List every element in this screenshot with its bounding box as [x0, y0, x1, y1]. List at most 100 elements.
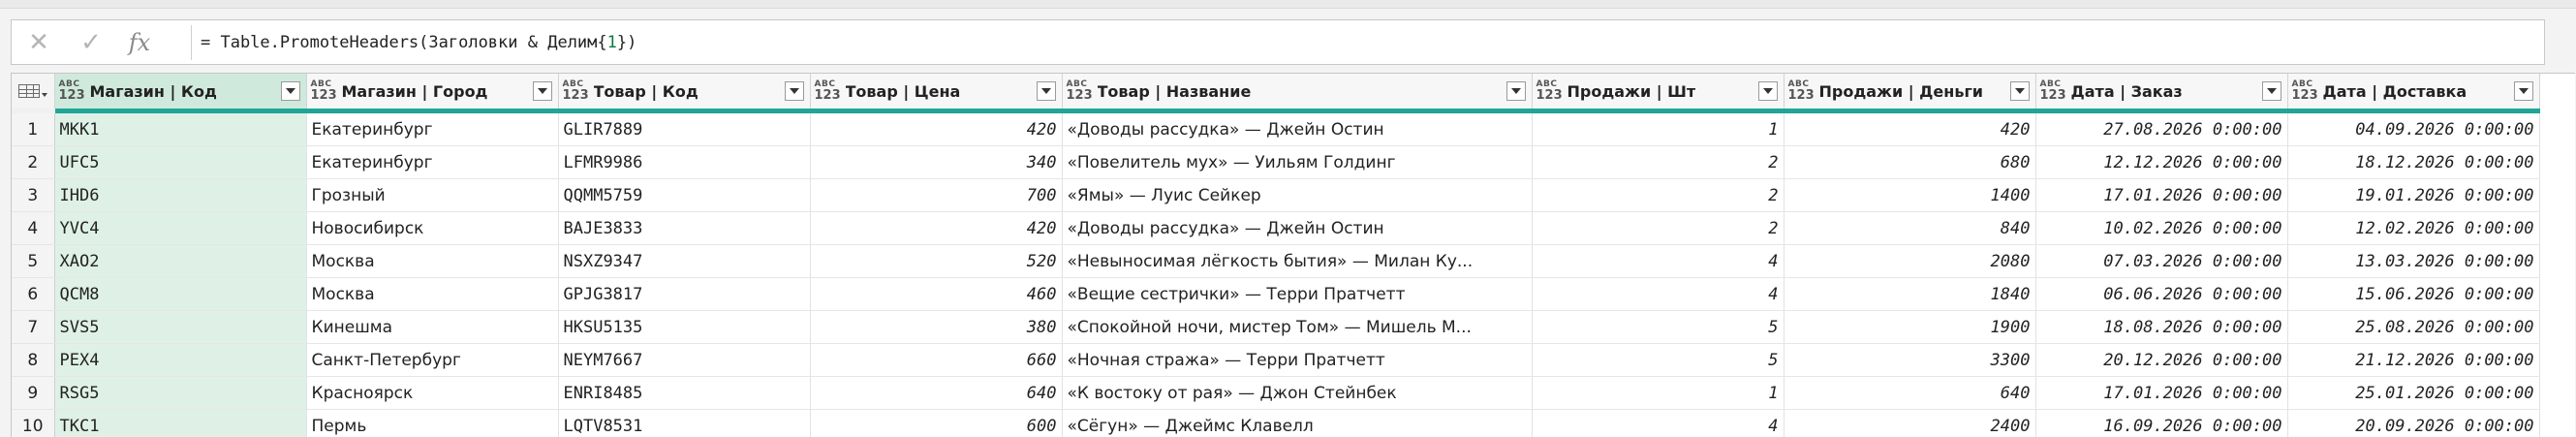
table-cell[interactable]: 18.08.2026 0:00:00 — [2035, 311, 2287, 344]
column-header[interactable]: ABC123Продажи | Шт — [1532, 74, 1784, 111]
table-cell[interactable]: MKK1 — [54, 111, 306, 146]
table-cell[interactable]: IHD6 — [54, 179, 306, 212]
table-cell[interactable]: 15.06.2026 0:00:00 — [2287, 278, 2539, 311]
table-cell[interactable]: NEYM7667 — [558, 344, 810, 377]
table-cell[interactable]: QCM8 — [54, 278, 306, 311]
table-row[interactable]: 7SVS5КинешмаHKSU5135380«Спокойной ночи, … — [12, 311, 2539, 344]
table-cell[interactable]: «Повелитель мух» — Уильям Голдинг — [1062, 146, 1532, 179]
table-cell[interactable]: 17.01.2026 0:00:00 — [2035, 377, 2287, 410]
type-any-icon[interactable]: ABC123 — [2292, 77, 2315, 106]
table-cell[interactable]: 420 — [810, 111, 1062, 146]
type-any-icon[interactable]: ABC123 — [1067, 77, 1090, 106]
column-header[interactable]: ABC123Дата | Заказ — [2035, 74, 2287, 111]
table-cell[interactable]: 660 — [810, 344, 1062, 377]
table-cell[interactable]: Санкт-Петербург — [306, 344, 558, 377]
table-cell[interactable]: GPJG3817 — [558, 278, 810, 311]
table-cell[interactable]: Екатеринбург — [306, 146, 558, 179]
fx-icon[interactable]: fx — [118, 25, 161, 60]
table-cell[interactable]: LFMR9986 — [558, 146, 810, 179]
column-header[interactable]: ABC123Дата | Доставка — [2287, 74, 2539, 111]
table-cell[interactable]: 2 — [1532, 146, 1784, 179]
table-row[interactable]: 8PEX4Санкт-ПетербургNEYM7667660«Ночная с… — [12, 344, 2539, 377]
table-cell[interactable]: QQMM5759 — [558, 179, 810, 212]
row-number[interactable]: 2 — [12, 146, 54, 179]
table-cell[interactable]: XAO2 — [54, 245, 306, 278]
table-cell[interactable]: «Доводы рассудка» — Джейн Остин — [1062, 212, 1532, 245]
column-header[interactable]: ABC123Товар | Название — [1062, 74, 1532, 111]
table-cell[interactable]: 4 — [1532, 245, 1784, 278]
table-cell[interactable]: 640 — [1784, 377, 2035, 410]
table-cell[interactable]: LQTV8531 — [558, 410, 810, 437]
table-cell[interactable]: 340 — [810, 146, 1062, 179]
table-cell[interactable]: 680 — [1784, 146, 2035, 179]
table-cell[interactable]: 5 — [1532, 344, 1784, 377]
column-header[interactable]: ABC123Товар | Код — [558, 74, 810, 111]
row-number[interactable]: 9 — [12, 377, 54, 410]
table-cell[interactable]: NSXZ9347 — [558, 245, 810, 278]
table-row[interactable]: 3IHD6ГрозныйQQMM5759700«Ямы» — Луис Сейк… — [12, 179, 2539, 212]
row-number[interactable]: 8 — [12, 344, 54, 377]
table-cell[interactable]: 600 — [810, 410, 1062, 437]
row-number[interactable]: 7 — [12, 311, 54, 344]
row-number[interactable]: 10 — [12, 410, 54, 437]
filter-dropdown-button[interactable] — [1506, 81, 1526, 101]
type-any-icon[interactable]: ABC123 — [1536, 77, 1560, 106]
table-cell[interactable]: 18.12.2026 0:00:00 — [2287, 146, 2539, 179]
table-cell[interactable]: YVC4 — [54, 212, 306, 245]
table-cell[interactable]: ENRI8485 — [558, 377, 810, 410]
type-any-icon[interactable]: ABC123 — [2040, 77, 2064, 106]
table-cell[interactable]: SVS5 — [54, 311, 306, 344]
table-cell[interactable]: 27.08.2026 0:00:00 — [2035, 111, 2287, 146]
check-icon[interactable]: ✓ — [70, 25, 112, 60]
table-cell[interactable]: 2 — [1532, 179, 1784, 212]
formula-input[interactable]: = Table.PromoteHeaders(Заголовки & Делим… — [201, 20, 2544, 64]
table-cell[interactable]: «К востоку от рая» — Джон Стейнбек — [1062, 377, 1532, 410]
table-cell[interactable]: 16.09.2026 0:00:00 — [2035, 410, 2287, 437]
table-cell[interactable]: TKC1 — [54, 410, 306, 437]
table-cell[interactable]: 3300 — [1784, 344, 2035, 377]
table-cell[interactable]: 07.03.2026 0:00:00 — [2035, 245, 2287, 278]
table-cell[interactable]: PEX4 — [54, 344, 306, 377]
table-cell[interactable]: 13.03.2026 0:00:00 — [2287, 245, 2539, 278]
table-cell[interactable]: 420 — [1784, 111, 2035, 146]
table-cell[interactable]: 20.12.2026 0:00:00 — [2035, 344, 2287, 377]
table-cell[interactable]: GLIR7889 — [558, 111, 810, 146]
table-cell[interactable]: 2 — [1532, 212, 1784, 245]
filter-dropdown-button[interactable] — [2010, 81, 2030, 101]
table-cell[interactable]: 640 — [810, 377, 1062, 410]
table-cell[interactable]: Екатеринбург — [306, 111, 558, 146]
table-cell[interactable]: «Невыносимая лёгкость бытия» — Милан Ку.… — [1062, 245, 1532, 278]
table-row[interactable]: 9RSG5КрасноярскENRI8485640«К востоку от … — [12, 377, 2539, 410]
row-number[interactable]: 5 — [12, 245, 54, 278]
table-cell[interactable]: Грозный — [306, 179, 558, 212]
filter-dropdown-button[interactable] — [533, 81, 552, 101]
table-cell[interactable]: 380 — [810, 311, 1062, 344]
table-cell[interactable]: 420 — [810, 212, 1062, 245]
table-cell[interactable]: Красноярск — [306, 377, 558, 410]
filter-dropdown-button[interactable] — [785, 81, 804, 101]
cancel-icon[interactable]: ✕ — [17, 25, 60, 60]
table-row[interactable]: 10TKC1ПермьLQTV8531600«Сёгун» — Джеймс К… — [12, 410, 2539, 437]
table-cell[interactable]: 460 — [810, 278, 1062, 311]
table-cell[interactable]: 1 — [1532, 377, 1784, 410]
table-cell[interactable]: 06.06.2026 0:00:00 — [2035, 278, 2287, 311]
table-cell[interactable]: «Сёгун» — Джеймс Клавелл — [1062, 410, 1532, 437]
table-cell[interactable]: BAJE3833 — [558, 212, 810, 245]
table-cell[interactable]: «Вещие сестрички» — Терри Пратчетт — [1062, 278, 1532, 311]
table-row[interactable]: 6QCM8МоскваGPJG3817460«Вещие сестрички» … — [12, 278, 2539, 311]
row-number[interactable]: 1 — [12, 111, 54, 146]
table-cell[interactable]: 25.01.2026 0:00:00 — [2287, 377, 2539, 410]
column-header[interactable]: ABC123Продажи | Деньги — [1784, 74, 2035, 111]
table-cell[interactable]: Москва — [306, 278, 558, 311]
table-cell[interactable]: «Ямы» — Луис Сейкер — [1062, 179, 1532, 212]
table-cell[interactable]: 840 — [1784, 212, 2035, 245]
table-cell[interactable]: Новосибирск — [306, 212, 558, 245]
column-header[interactable]: ABC123Магазин | Код — [54, 74, 306, 111]
type-any-icon[interactable]: ABC123 — [1788, 77, 1812, 106]
table-cell[interactable]: 1400 — [1784, 179, 2035, 212]
table-cell[interactable]: 1900 — [1784, 311, 2035, 344]
table-cell[interactable]: Москва — [306, 245, 558, 278]
table-cell[interactable]: 5 — [1532, 311, 1784, 344]
table-cell[interactable]: 19.01.2026 0:00:00 — [2287, 179, 2539, 212]
table-cell[interactable]: «Ночная стража» — Терри Пратчетт — [1062, 344, 1532, 377]
